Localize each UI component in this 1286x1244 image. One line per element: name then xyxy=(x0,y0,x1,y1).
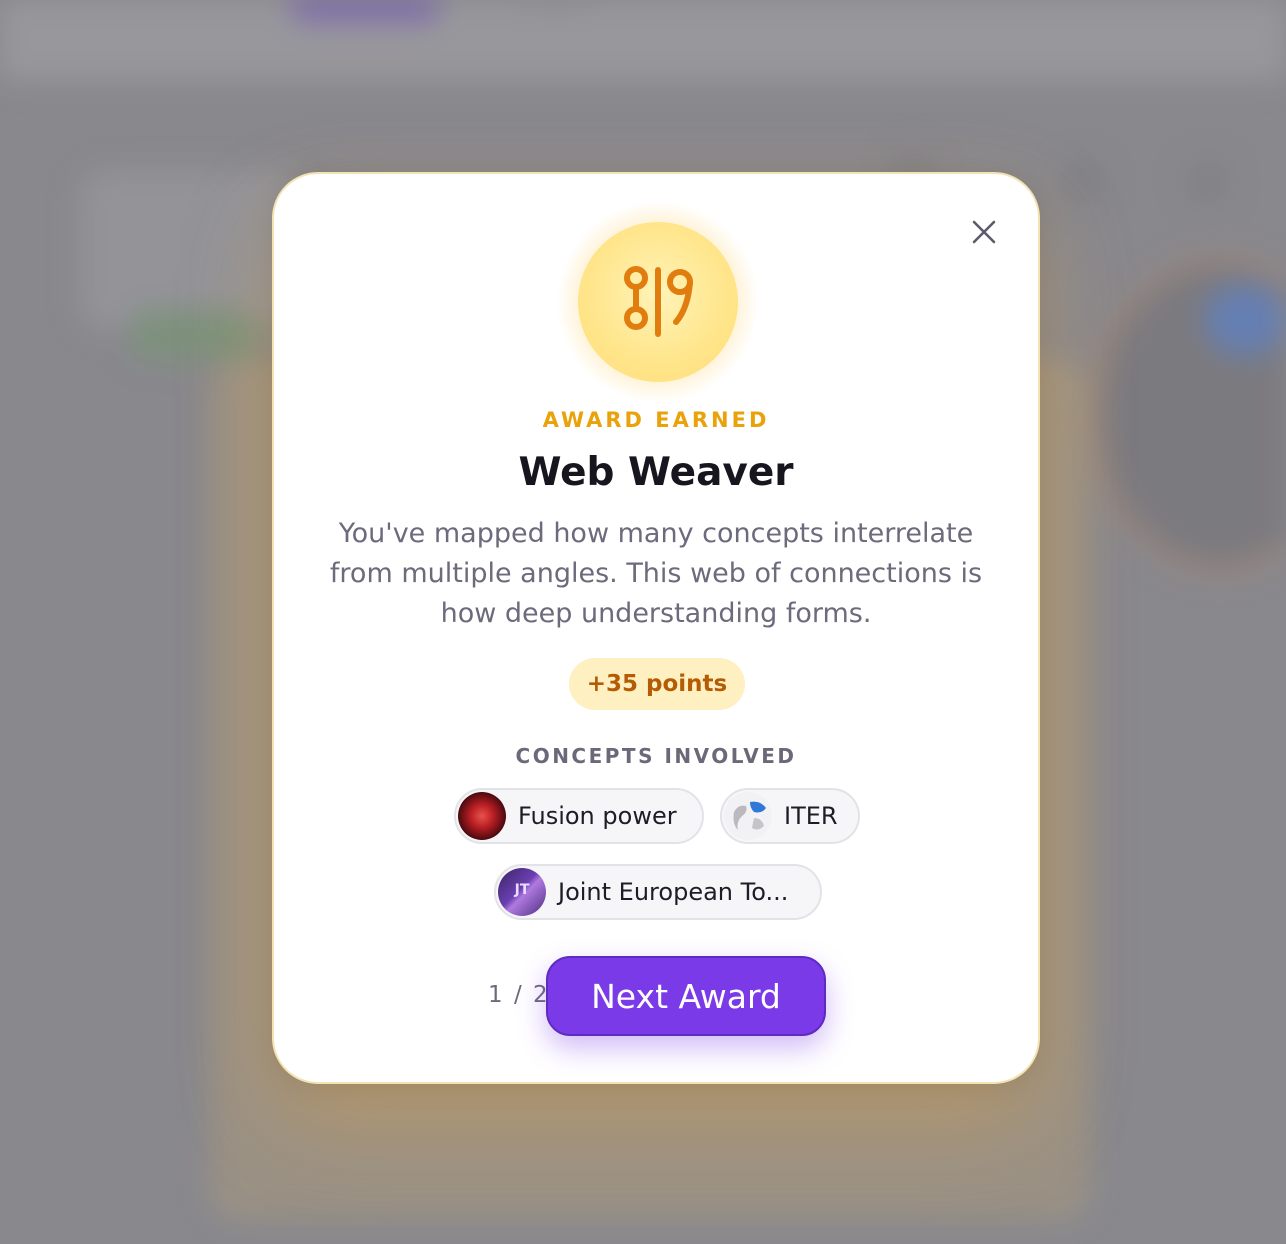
award-eyebrow: AWARD EARNED xyxy=(542,408,770,432)
concept-chip-joint-european-torus[interactable]: JT Joint European To... xyxy=(494,864,822,920)
badge-circle xyxy=(578,222,738,382)
concept-chip-label: Joint European To... xyxy=(558,878,789,906)
award-title: Web Weaver xyxy=(518,450,794,495)
concept-chip-fusion-power[interactable]: Fusion power xyxy=(454,788,704,844)
concepts-label: CONCEPTS INVOLVED xyxy=(515,744,797,768)
award-modal: AWARD EARNED Web Weaver You've mapped ho… xyxy=(272,172,1040,1084)
concept-chip-label: ITER xyxy=(784,802,838,830)
award-pager: 1 / 2 xyxy=(488,982,550,1008)
jet-thumbnail-text: JT xyxy=(514,882,530,898)
close-button[interactable] xyxy=(966,214,1002,250)
award-badge xyxy=(556,200,760,404)
close-icon xyxy=(972,220,996,244)
concept-chip-label: Fusion power xyxy=(518,802,677,830)
points-badge: +35 points xyxy=(569,658,745,710)
fusion-plasma-thumbnail xyxy=(458,792,506,840)
next-award-button[interactable]: Next Award xyxy=(546,956,826,1036)
globe-thumbnail xyxy=(724,792,772,840)
award-description: You've mapped how many concepts interrel… xyxy=(329,518,983,629)
jet-thumbnail: JT xyxy=(498,868,546,916)
web-weaver-icon xyxy=(624,266,693,337)
concept-chip-iter[interactable]: ITER xyxy=(720,788,860,844)
